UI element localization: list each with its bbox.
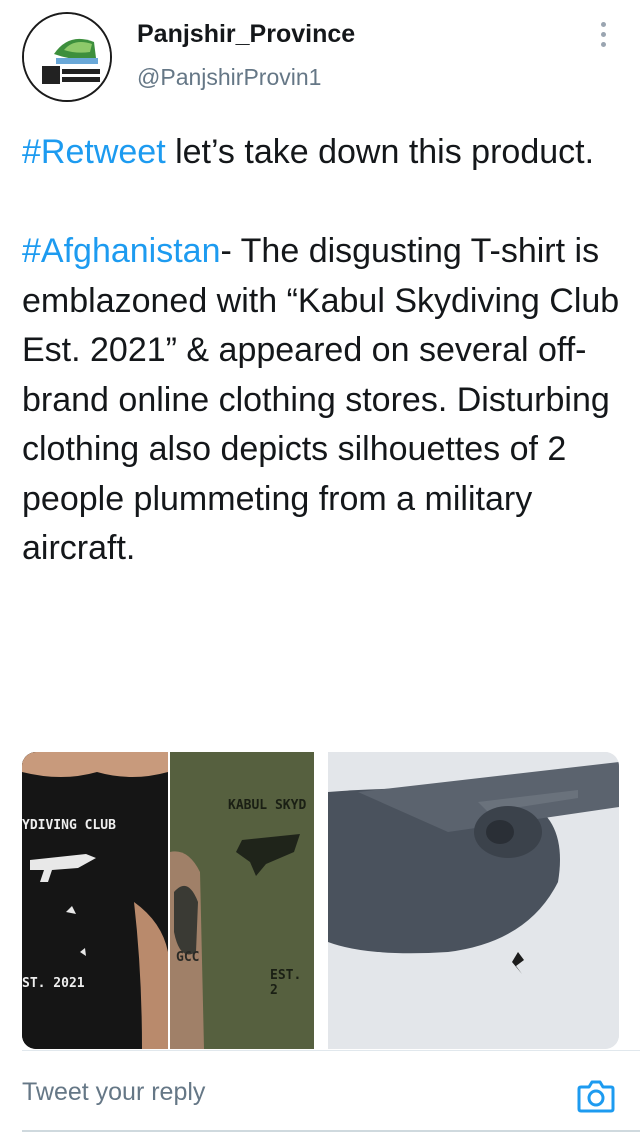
black-shirt-graphic (22, 752, 168, 1049)
tweet-text-part1: let’s take down this product. (175, 133, 595, 171)
aircraft-graphic (328, 752, 619, 1049)
shirt2-bottom-text: EST. 2 (270, 968, 302, 998)
tweet-text-part2: - The disgusting T-shirt is emblazoned w… (22, 232, 629, 567)
hashtag-afghanistan[interactable]: #Afghanistan (22, 232, 221, 270)
more-options-icon[interactable] (596, 22, 610, 50)
camera-icon[interactable] (577, 1078, 615, 1114)
hashtag-retweet[interactable]: #Retweet (22, 133, 166, 171)
media-image-black-shirt[interactable]: YDIVING CLUB ST. 2021 (22, 752, 168, 1049)
account-name[interactable]: Panjshir_Province (137, 20, 355, 49)
shirt2-top-text: KABUL SKYD (228, 798, 307, 813)
shirt1-bottom-text: ST. 2021 (22, 976, 85, 991)
tweet-text: #Retweet let’s take down this product. #… (22, 128, 622, 574)
avatar[interactable] (22, 12, 112, 102)
avatar-logo (24, 14, 110, 100)
tweet-media[interactable]: YDIVING CLUB ST. 2021 KABUL SKYD GCC EST… (22, 752, 619, 1049)
reply-divider (22, 1050, 640, 1051)
camera-icon-svg (577, 1080, 615, 1113)
tweet-header: Panjshir_Province @PanjshirProvin1 (0, 0, 640, 110)
account-handle[interactable]: @PanjshirProvin1 (137, 64, 321, 91)
reply-underline (22, 1130, 640, 1132)
olive-shirt-graphic (170, 752, 314, 1049)
media-image-aircraft[interactable] (328, 752, 619, 1049)
shirt1-top-text: YDIVING CLUB (22, 818, 116, 833)
shirt2-tattoo-text: GCC (176, 950, 200, 965)
media-image-olive-shirt[interactable]: KABUL SKYD GCC EST. 2 (170, 752, 314, 1049)
reply-input[interactable]: Tweet your reply (22, 1078, 205, 1107)
